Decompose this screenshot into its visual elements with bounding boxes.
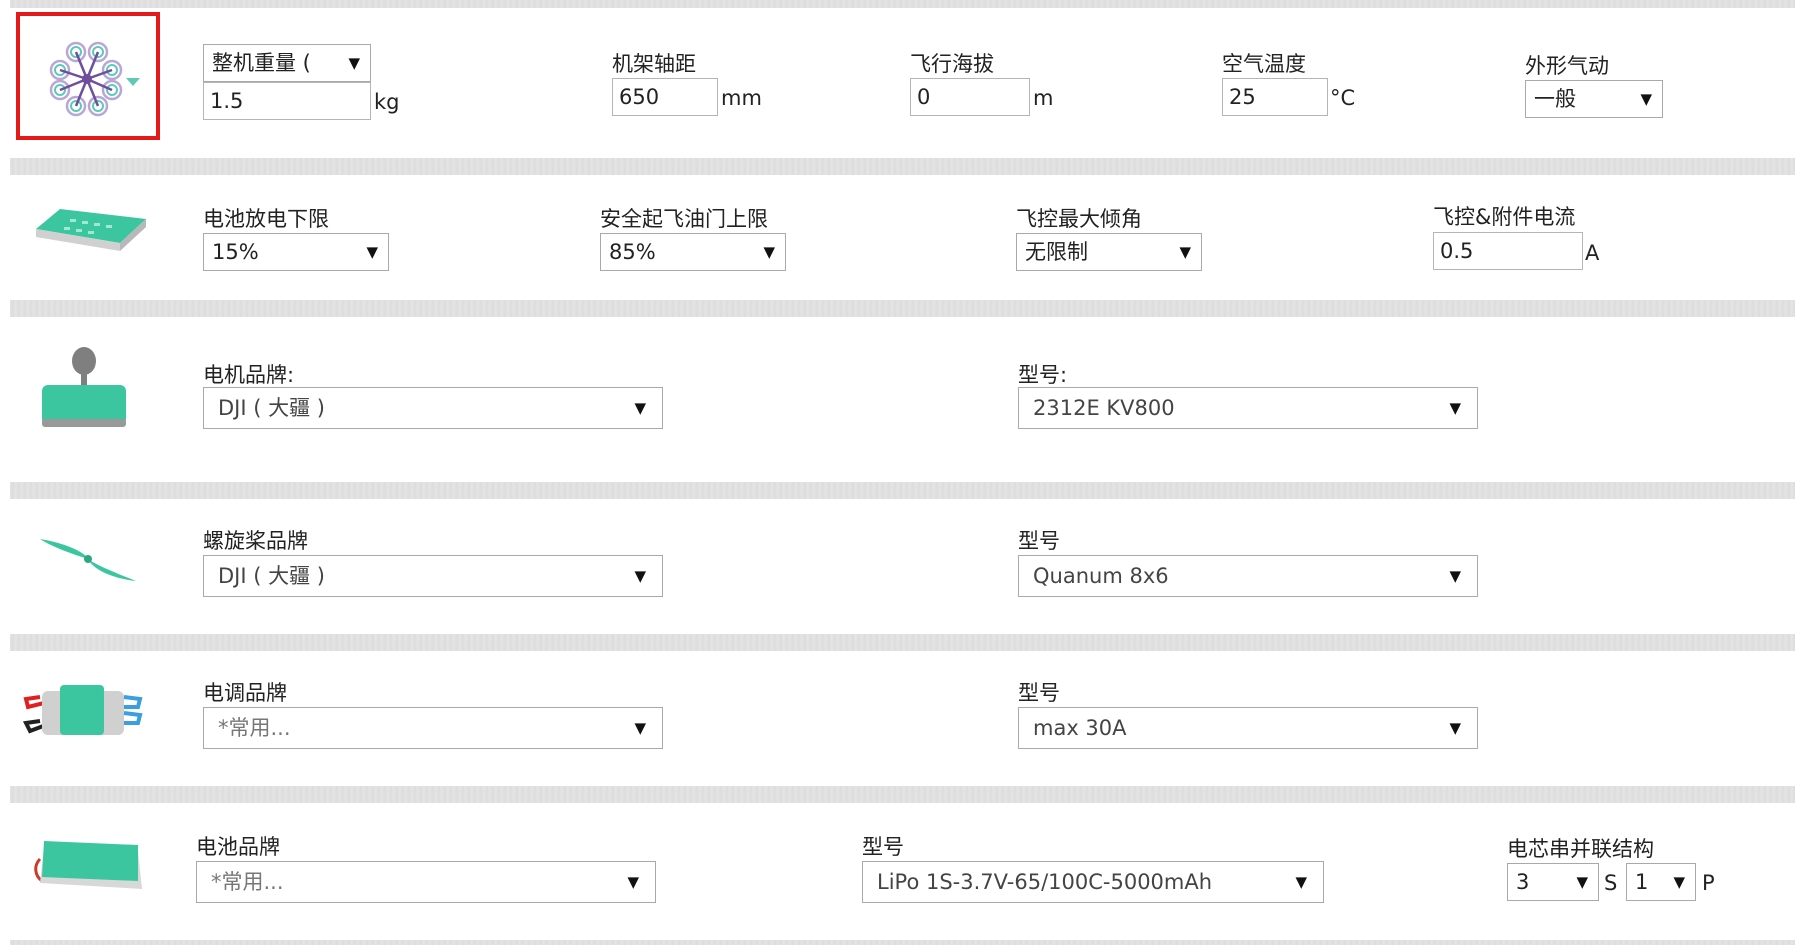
chevron-down-icon: ▼ — [1673, 873, 1685, 891]
chevron-down-icon: ▼ — [634, 719, 646, 737]
weight-type-value: 整机重量 ( — [212, 51, 311, 75]
aero-label: 外形气动 — [1525, 54, 1609, 78]
section-divider — [10, 940, 1795, 945]
chevron-down-icon: ▼ — [627, 873, 639, 891]
cell-config-label: 电芯串并联结构 — [1507, 837, 1654, 861]
battery-brand-value: *常用... — [211, 870, 284, 894]
esc-model-value: max 30A — [1033, 716, 1127, 740]
current-input[interactable]: 0.5 — [1433, 232, 1583, 270]
altitude-unit: m — [1033, 86, 1054, 110]
chevron-down-icon: ▼ — [1449, 399, 1461, 417]
chevron-down-icon: ▼ — [634, 567, 646, 585]
esc-model-label: 型号 — [1018, 681, 1060, 705]
propeller-icon[interactable] — [36, 529, 140, 589]
throttle-value: 85% — [609, 240, 656, 264]
wheelbase-label: 机架轴距 — [612, 52, 696, 76]
esc-model-select[interactable]: max 30A ▼ — [1018, 707, 1478, 749]
motor-model-label: 型号: — [1018, 363, 1068, 387]
parallel-value: 1 — [1635, 870, 1649, 894]
weight-input[interactable]: 1.5 — [203, 82, 371, 120]
wheelbase-input[interactable]: 650 — [612, 78, 718, 116]
esc-brand-value: *常用... — [218, 716, 291, 740]
battery-icon[interactable] — [30, 833, 146, 897]
propeller-brand-value: DJI ( 大疆 ) — [218, 564, 325, 588]
section-divider — [10, 786, 1795, 803]
motor-icon[interactable] — [38, 347, 138, 437]
aero-value: 一般 — [1534, 87, 1576, 111]
weight-type-select[interactable]: 整机重量 ( ▼ — [203, 44, 371, 82]
motor-brand-value: DJI ( 大疆 ) — [218, 396, 325, 420]
chevron-down-icon: ▼ — [634, 399, 646, 417]
aero-select[interactable]: 一般 ▼ — [1525, 80, 1663, 118]
propeller-model-label: 型号 — [1018, 529, 1060, 553]
flight-section: 电池放电下限 15% ▼ 安全起飞油门上限 85% ▼ 飞控最大倾角 无限制 ▼… — [0, 175, 1795, 300]
tilt-select[interactable]: 无限制 ▼ — [1016, 233, 1202, 271]
battery-section: 电池品牌 *常用... ▼ 型号 LiPo 1S-3.7V-65/100C-50… — [0, 803, 1795, 945]
propeller-section: 螺旋桨品牌 DJI ( 大疆 ) ▼ 型号 Quanum 8x6 ▼ — [0, 499, 1795, 634]
motor-model-select[interactable]: 2312E KV800 ▼ — [1018, 387, 1478, 429]
propeller-model-value: Quanum 8x6 — [1033, 564, 1169, 588]
propeller-model-select[interactable]: Quanum 8x6 ▼ — [1018, 555, 1478, 597]
chevron-down-icon: ▼ — [1576, 873, 1588, 891]
esc-brand-select[interactable]: *常用... ▼ — [203, 707, 663, 749]
altitude-label: 飞行海拔 — [910, 52, 994, 76]
esc-icon[interactable] — [22, 679, 146, 749]
chevron-down-icon: ▼ — [1640, 90, 1652, 108]
chevron-down-icon: ▼ — [1179, 243, 1191, 261]
flight-controller-icon[interactable] — [30, 199, 150, 259]
current-unit: A — [1585, 241, 1600, 265]
chevron-down-icon: ▼ — [1295, 873, 1307, 891]
selected-frame-highlight — [16, 12, 160, 140]
temperature-label: 空气温度 — [1222, 52, 1306, 76]
temperature-input[interactable]: 25 — [1222, 78, 1328, 116]
temperature-unit: °C — [1330, 86, 1356, 110]
throttle-select[interactable]: 85% ▼ — [600, 233, 786, 271]
battery-brand-label: 电池品牌 — [196, 835, 280, 859]
calculator-page: 整机重量 ( ▼ 1.5 kg 机架轴距 650 mm 飞行海拔 0 m 空气温… — [0, 0, 1795, 945]
weight-unit: kg — [374, 90, 400, 114]
chevron-down-icon: ▼ — [763, 243, 775, 261]
motor-brand-select[interactable]: DJI ( 大疆 ) ▼ — [203, 387, 663, 429]
battery-brand-select[interactable]: *常用... ▼ — [196, 861, 656, 903]
discharge-label: 电池放电下限 — [203, 207, 329, 231]
chevron-down-icon: ▼ — [348, 54, 360, 72]
propeller-brand-select[interactable]: DJI ( 大疆 ) ▼ — [203, 555, 663, 597]
throttle-label: 安全起飞油门上限 — [600, 207, 768, 231]
general-section: 整机重量 ( ▼ 1.5 kg 机架轴距 650 mm 飞行海拔 0 m 空气温… — [0, 0, 1795, 160]
chevron-down-icon: ▼ — [1449, 567, 1461, 585]
tilt-value: 无限制 — [1025, 240, 1088, 264]
battery-model-select[interactable]: LiPo 1S-3.7V-65/100C-5000mAh ▼ — [862, 861, 1324, 903]
section-divider — [10, 634, 1795, 651]
motor-section: 电机品牌: DJI ( 大疆 ) ▼ 型号: 2312E KV800 ▼ — [0, 317, 1795, 482]
section-divider — [10, 482, 1795, 499]
series-unit: S — [1604, 871, 1618, 895]
motor-brand-label: 电机品牌: — [203, 363, 295, 387]
section-divider — [10, 300, 1795, 317]
parallel-unit: P — [1702, 871, 1715, 895]
esc-brand-label: 电调品牌 — [203, 681, 287, 705]
esc-section: 电调品牌 *常用... ▼ 型号 max 30A ▼ — [0, 651, 1795, 786]
propeller-brand-label: 螺旋桨品牌 — [203, 529, 308, 553]
chevron-down-icon: ▼ — [366, 243, 378, 261]
altitude-input[interactable]: 0 — [910, 78, 1030, 116]
motor-model-value: 2312E KV800 — [1033, 396, 1175, 420]
tilt-label: 飞控最大倾角 — [1016, 207, 1142, 231]
wheelbase-unit: mm — [721, 86, 762, 110]
series-value: 3 — [1516, 870, 1530, 894]
chevron-down-icon: ▼ — [1449, 719, 1461, 737]
series-select[interactable]: 3 ▼ — [1507, 863, 1599, 901]
discharge-select[interactable]: 15% ▼ — [203, 233, 389, 271]
current-label: 飞控&附件电流 — [1433, 205, 1576, 229]
discharge-value: 15% — [212, 240, 259, 264]
parallel-select[interactable]: 1 ▼ — [1626, 863, 1696, 901]
section-divider — [10, 158, 1795, 175]
battery-model-value: LiPo 1S-3.7V-65/100C-5000mAh — [877, 870, 1213, 894]
battery-model-label: 型号 — [862, 835, 904, 859]
